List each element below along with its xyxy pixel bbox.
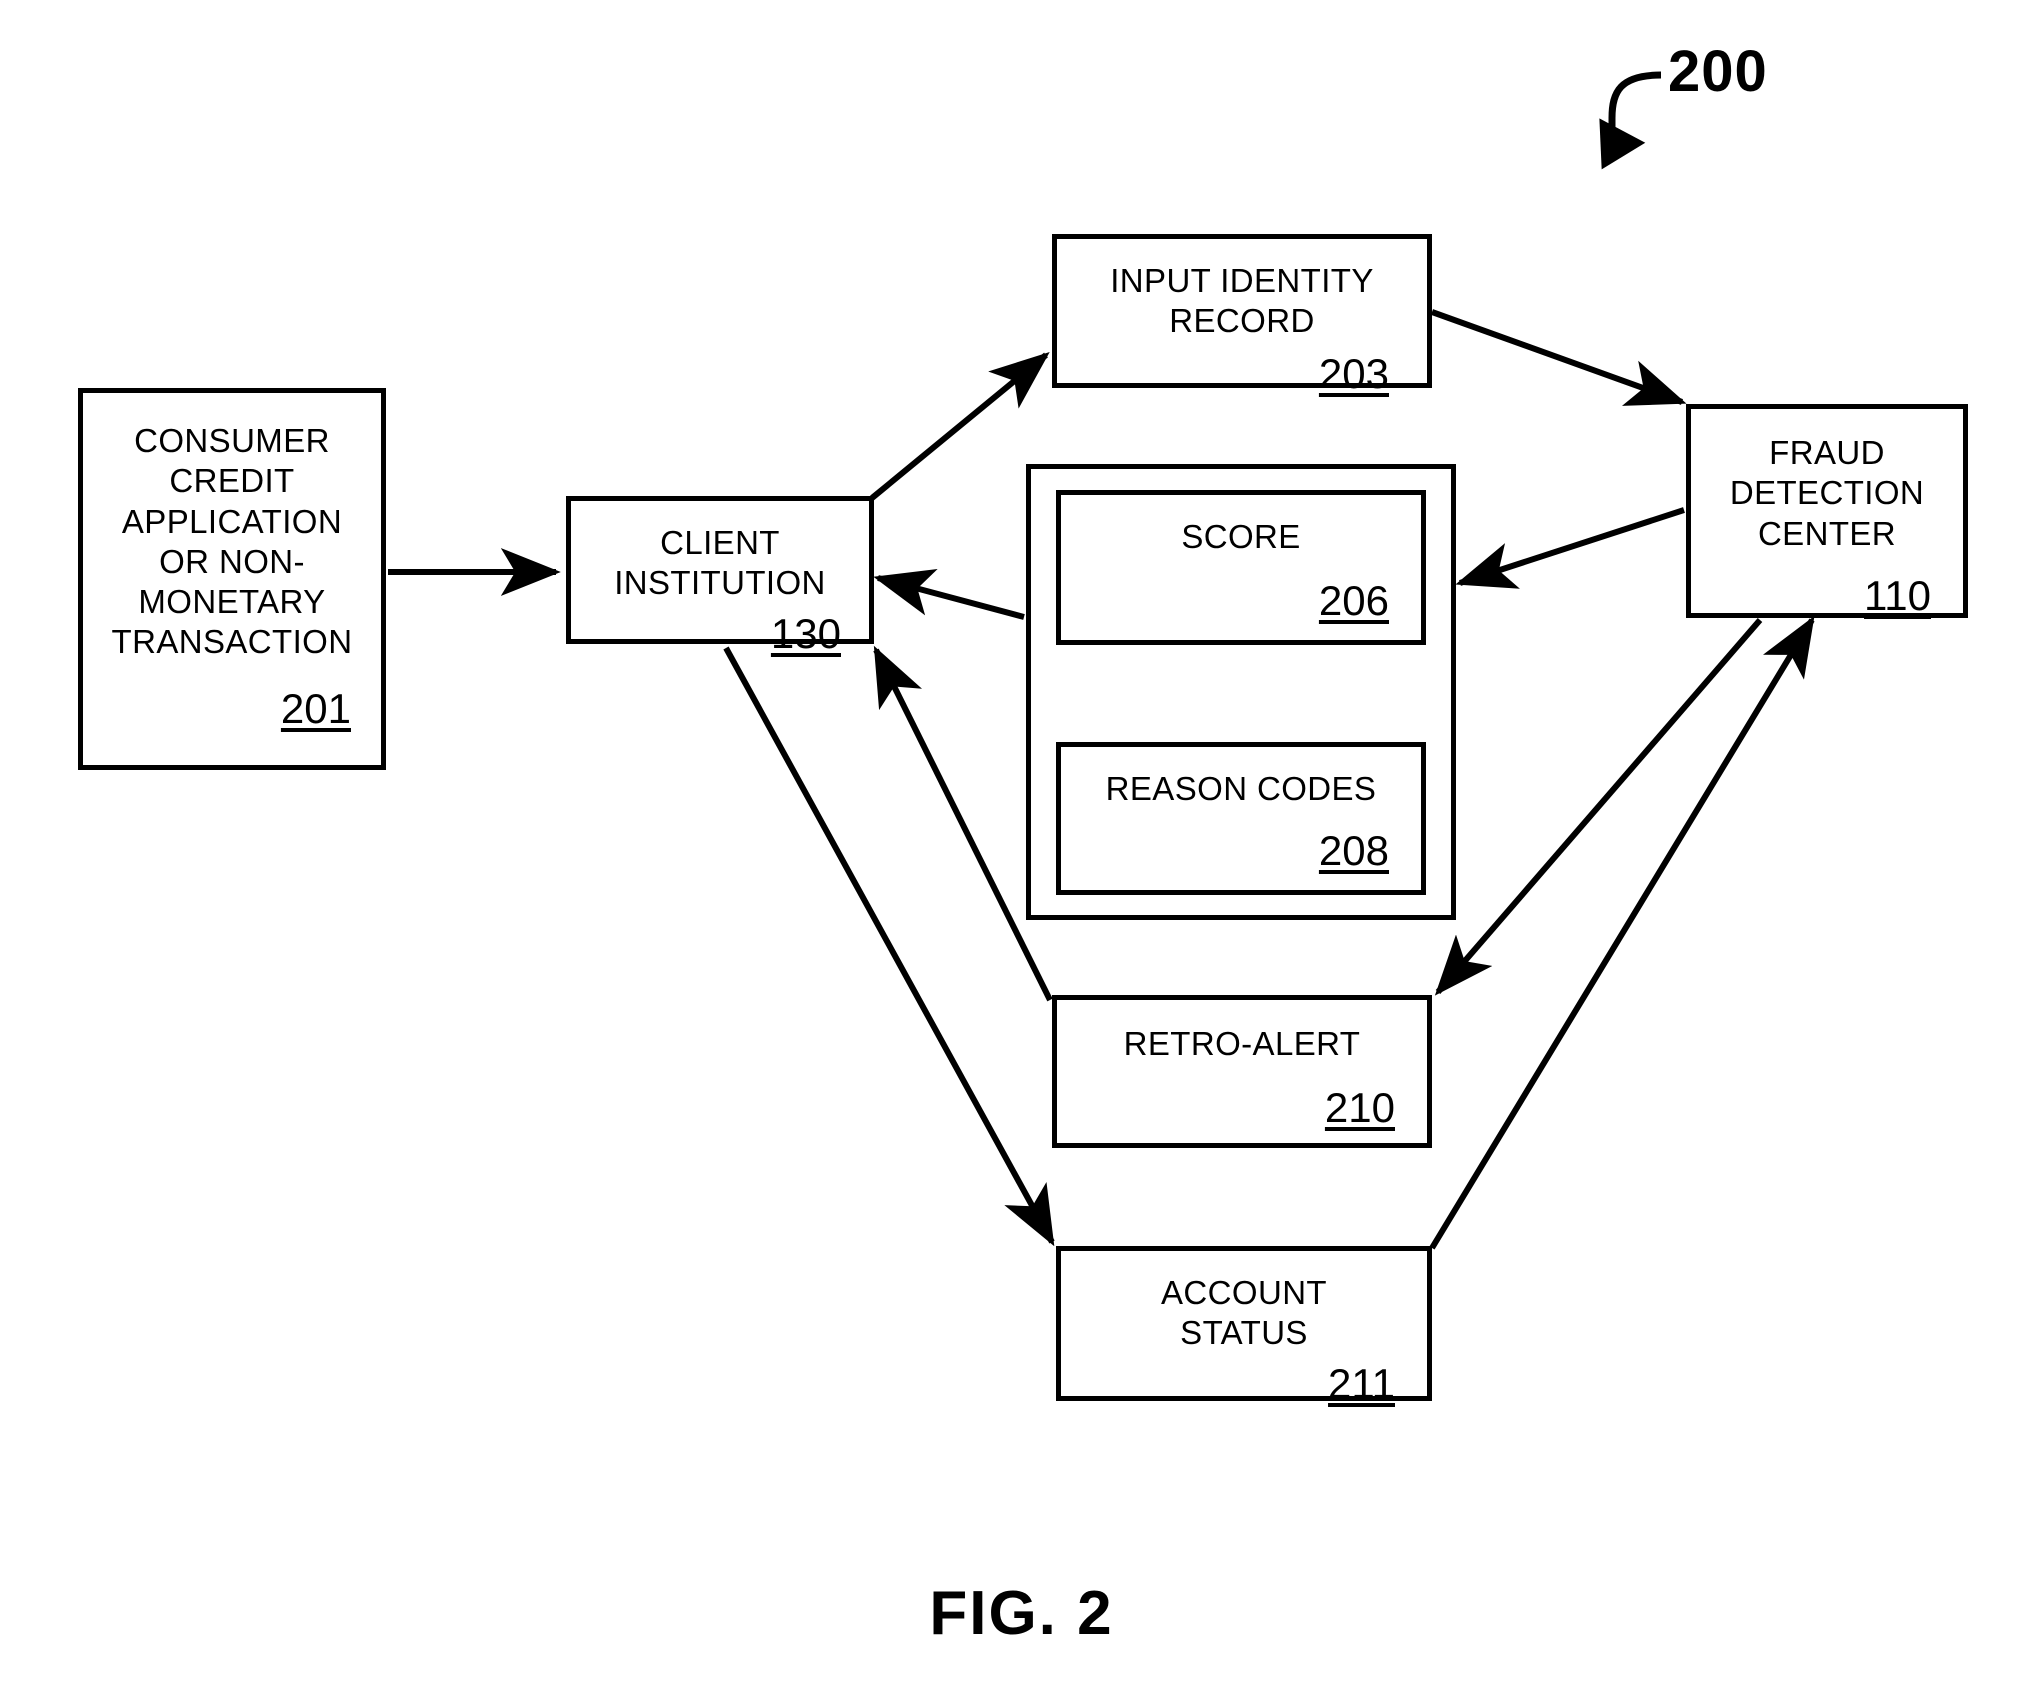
arrow-client-institution-to-account-status (723, 646, 1055, 1247)
node-label: REASON CODES (1105, 770, 1377, 807)
arrow-score-to-client-institution (873, 569, 1025, 620)
arrow-fraud-detection-center-to-retro-alert (1434, 618, 1763, 996)
node-label: CONSUMER CREDIT APPLICATION OR NON- MONE… (111, 422, 353, 661)
node-account-status: ACCOUNT STATUS 211 (1056, 1246, 1432, 1407)
node-reference-numeral: 206 (1318, 577, 1389, 625)
node-reference-numeral: 201 (280, 684, 351, 732)
node-consumer-credit-application: CONSUMER CREDIT APPLICATION OR NON- MONE… (78, 388, 386, 770)
arrow-client-institution-to-input-identity-record (870, 351, 1050, 501)
node-label: FRAUD DETECTION CENTER (1729, 434, 1925, 552)
arrow-input-identity-record-to-fraud-detection-center (1430, 309, 1687, 406)
patent-figure: CONSUMER CREDIT APPLICATION OR NON- MONE… (0, 0, 2043, 1704)
node-reason-codes: REASON CODES 208 (1056, 742, 1426, 895)
node-client-institution: CLIENT INSTITUTION 130 (566, 496, 874, 657)
diagram-reference-numeral: 200 (1668, 39, 1768, 104)
node-input-identity-record: INPUT IDENTITY RECORD 203 (1052, 234, 1432, 397)
node-label: CLIENT INSTITUTION (614, 524, 826, 602)
connector-layer (388, 71, 1815, 1250)
reference-leader-arrowhead (1599, 118, 1646, 170)
arrow-fraud-detection-center-to-score (1455, 507, 1685, 589)
node-reference-numeral: 211 (1328, 1359, 1395, 1407)
node-reference-numeral: 130 (770, 609, 841, 657)
node-score: SCORE 206 (1056, 490, 1426, 645)
node-reference-numeral: 110 (1864, 571, 1931, 619)
node-label: ACCOUNT STATUS (1161, 1274, 1327, 1352)
node-label: SCORE (1181, 518, 1301, 555)
node-label: RETRO-ALERT (1123, 1025, 1361, 1062)
figure-caption: FIG. 2 (929, 1579, 1114, 1648)
arrow-retro-alert-to-client-institution (873, 645, 1053, 1002)
node-reference-numeral: 203 (1318, 349, 1389, 397)
node-fraud-detection-center: FRAUD DETECTION CENTER 110 (1686, 404, 1968, 619)
node-reference-numeral: 208 (1318, 827, 1389, 875)
node-label: INPUT IDENTITY RECORD (1110, 262, 1374, 340)
node-retro-alert: RETRO-ALERT 210 (1052, 995, 1432, 1148)
node-reference-numeral: 210 (1324, 1084, 1395, 1132)
